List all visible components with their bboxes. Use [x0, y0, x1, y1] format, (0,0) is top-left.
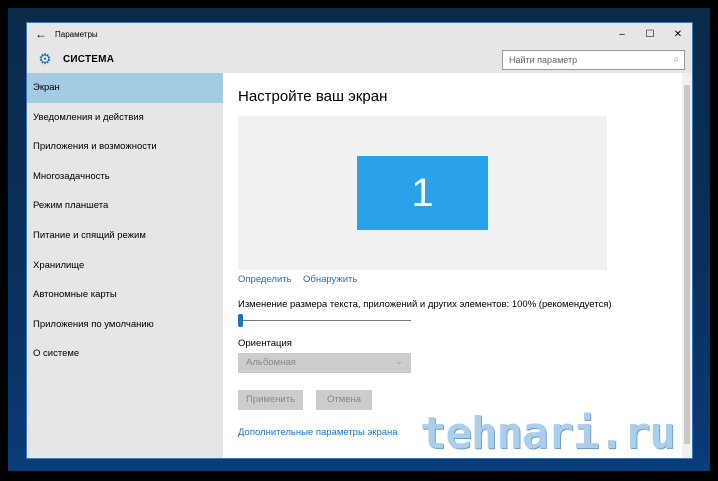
maximize-button[interactable]: ☐: [636, 23, 664, 45]
orientation-value: Альбомная: [246, 357, 296, 368]
close-button[interactable]: ✕: [664, 23, 692, 45]
sidebar-item-display[interactable]: Экран: [27, 73, 223, 103]
orientation-select[interactable]: Альбомная ⌄: [238, 353, 411, 373]
slider-thumb[interactable]: [238, 314, 243, 327]
sidebar-item-offline-maps[interactable]: Автономные карты: [27, 280, 223, 310]
scale-slider[interactable]: [238, 314, 411, 327]
search-placeholder: Найти параметр: [509, 55, 578, 65]
display-preview: 1: [238, 116, 607, 270]
sidebar-item-about[interactable]: О системе: [27, 339, 223, 369]
search-input[interactable]: Найти параметр ⌕: [502, 50, 685, 70]
sidebar-item-power[interactable]: Питание и спящий режим: [27, 221, 223, 251]
main-content: Настройте ваш экран 1 Определить Обнаруж…: [223, 73, 682, 458]
header: ⚙ СИСТЕМА Найти параметр ⌕: [27, 45, 692, 73]
sidebar-item-notifications[interactable]: Уведомления и действия: [27, 103, 223, 133]
apply-button[interactable]: Применить: [238, 390, 303, 410]
title-bar: ← Параметры: [27, 23, 692, 45]
page-title: Настройте ваш экран: [238, 88, 388, 105]
settings-window: ← Параметры – ☐ ✕ ⚙ СИСТЕМА Найти параме…: [26, 22, 693, 459]
window-title: Параметры: [55, 29, 98, 39]
gear-icon: ⚙: [38, 51, 52, 68]
scrollbar[interactable]: [682, 73, 692, 458]
detect-link[interactable]: Обнаружить: [303, 274, 357, 285]
identify-link[interactable]: Определить: [238, 274, 292, 285]
watermark-logo: tehnari.ru: [420, 408, 676, 459]
monitor-1[interactable]: 1: [357, 156, 488, 230]
sidebar-item-multitasking[interactable]: Многозадачность: [27, 162, 223, 192]
chevron-down-icon: ⌄: [395, 356, 403, 367]
sidebar-item-apps[interactable]: Приложения и возможности: [27, 132, 223, 162]
search-icon[interactable]: ⌕: [673, 54, 679, 65]
scale-label: Изменение размера текста, приложений и д…: [238, 299, 612, 310]
orientation-label: Ориентация: [238, 338, 292, 349]
minimize-button[interactable]: –: [608, 23, 636, 45]
section-title: СИСТЕМА: [63, 53, 115, 65]
cancel-button[interactable]: Отмена: [316, 390, 372, 410]
sidebar-item-default-apps[interactable]: Приложения по умолчанию: [27, 310, 223, 340]
sidebar-item-storage[interactable]: Хранилище: [27, 251, 223, 281]
arrow-left-icon[interactable]: ←: [27, 27, 55, 41]
sidebar: Экран Уведомления и действия Приложения …: [27, 73, 223, 458]
advanced-settings-link[interactable]: Дополнительные параметры экрана: [238, 427, 398, 438]
sidebar-item-tablet-mode[interactable]: Режим планшета: [27, 191, 223, 221]
scrollbar-thumb[interactable]: [684, 85, 690, 444]
